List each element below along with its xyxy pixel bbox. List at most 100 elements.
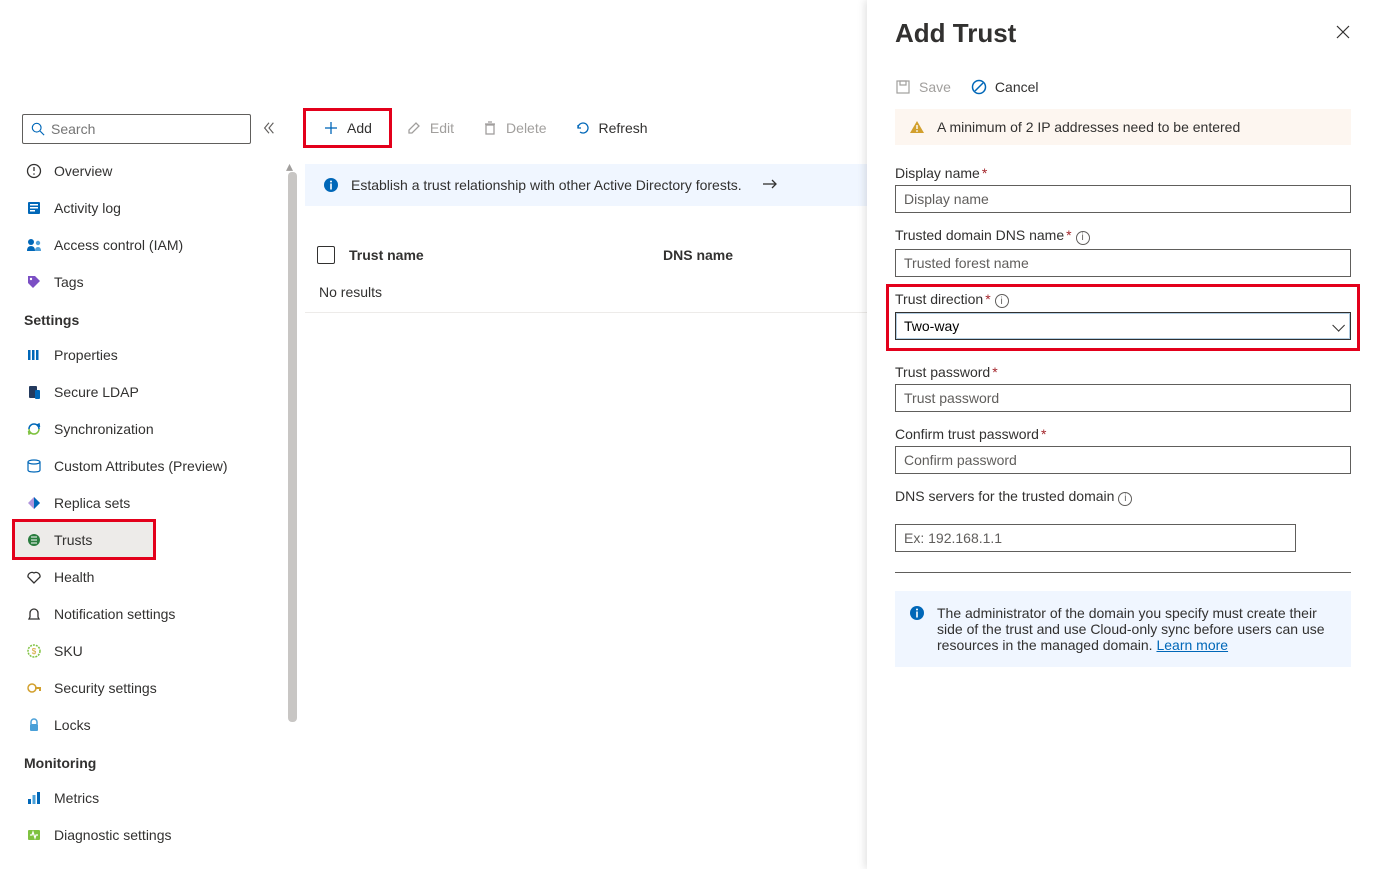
nav-label: Properties [54,347,118,363]
cancel-button[interactable]: Cancel [971,79,1039,95]
nav-group-monitoring: Monitoring [22,743,285,779]
iam-icon [26,237,44,253]
notification-icon [26,606,42,622]
nav-trusts[interactable]: Trusts [14,521,154,558]
confirm-password-input[interactable] [895,446,1351,474]
password-input[interactable] [895,384,1351,412]
warning-text: A minimum of 2 IP addresses need to be e… [937,119,1240,135]
svg-text:$: $ [32,647,37,656]
delete-icon [482,120,498,136]
servers-input[interactable] [895,524,1296,552]
nav-activity-log[interactable]: Activity log [22,189,285,226]
sidebar: ▴ Overview Activity log Access control (… [0,0,285,869]
nav-diagnostic-settings[interactable]: Diagnostic settings [22,816,285,853]
nav-label: Security settings [54,680,157,696]
info-box: The administrator of the domain you spec… [895,591,1351,667]
refresh-icon [575,120,591,136]
add-button[interactable]: Add [305,110,390,146]
search-input[interactable] [51,121,242,137]
banner-text: Establish a trust relationship with othe… [351,177,742,193]
nav-group-settings: Settings [22,300,285,336]
collapse-sidebar-icon[interactable] [259,121,279,138]
attrs-icon [26,458,42,474]
display-name-input[interactable] [895,185,1351,213]
learn-more-link[interactable]: Learn more [1156,637,1228,653]
arrow-right-icon[interactable] [762,177,778,193]
warning-banner: A minimum of 2 IP addresses need to be e… [895,109,1351,145]
delete-button: Delete [470,110,558,146]
dns-name-label: Trusted domain DNS name*i [895,227,1351,245]
search-icon [31,122,45,136]
nav-tags[interactable]: Tags [22,263,285,300]
nav-label: Synchronization [54,421,154,437]
direction-label: Trust direction*i [895,291,1351,309]
save-icon [895,79,911,95]
nav-locks[interactable]: Locks [22,706,285,743]
nav-label: SKU [54,643,83,659]
ldap-icon [26,384,42,400]
refresh-label: Refresh [599,120,648,136]
nav-label: Metrics [54,790,99,806]
nav-label: Replica sets [54,495,130,511]
nav-overview[interactable]: Overview [22,152,285,189]
info-icon[interactable]: i [1118,492,1132,506]
info-icon [323,177,339,193]
nav-label: Locks [54,717,91,733]
nav-security-settings[interactable]: Security settings [22,669,285,706]
warning-icon [909,119,925,135]
nav-properties[interactable]: Properties [22,336,285,373]
nav-secure-ldap[interactable]: Secure LDAP [22,373,285,410]
password-label: Trust password* [895,364,1351,380]
col-dns-name[interactable]: DNS name [663,247,733,263]
trust-direction-section: Trust direction*i Two-way [887,285,1359,351]
sync-icon [26,421,42,437]
edit-icon [406,120,422,136]
nav-label: Notification settings [54,606,175,622]
display-name-label: Display name* [895,165,1351,181]
info-icon[interactable]: i [1076,231,1090,245]
activity-icon [26,200,42,216]
nav-label: Activity log [54,200,121,216]
cancel-label: Cancel [995,79,1039,95]
nav-synchronization[interactable]: Synchronization [22,410,285,447]
close-button[interactable] [1335,24,1351,43]
nav-metrics[interactable]: Metrics [22,779,285,816]
plus-icon [323,120,339,136]
save-label: Save [919,79,951,95]
search-box[interactable] [22,114,251,144]
info-text: The administrator of the domain you spec… [937,605,1325,653]
servers-label: DNS servers for the trusted domaini [895,488,1351,506]
tags-icon [26,274,42,290]
col-trust-name[interactable]: Trust name [349,247,649,263]
add-trust-panel: Add Trust Save Cancel A minimum of 2 IP … [867,0,1379,869]
direction-select[interactable]: Two-way [895,312,1351,340]
nav-custom-attributes[interactable]: Custom Attributes (Preview) [22,447,285,484]
close-icon [1335,24,1351,40]
nav-notification-settings[interactable]: Notification settings [22,595,285,632]
replica-icon [26,495,42,511]
nav-replica-sets[interactable]: Replica sets [22,484,285,521]
refresh-button[interactable]: Refresh [563,110,660,146]
security-icon [26,680,42,696]
delete-label: Delete [506,120,546,136]
sku-icon: $ [26,643,42,659]
edit-label: Edit [430,120,454,136]
nav-access-control[interactable]: Access control (IAM) [22,226,285,263]
properties-icon [26,347,42,363]
metrics-icon [26,790,42,806]
save-button: Save [895,79,951,95]
dns-name-input[interactable] [895,249,1351,277]
trusts-icon [26,532,42,548]
select-all-checkbox[interactable] [317,246,335,264]
add-label: Add [347,120,372,136]
nav-label: Health [54,569,94,585]
info-icon[interactable]: i [995,294,1009,308]
cancel-icon [971,79,987,95]
nav-label: Access control (IAM) [54,237,183,253]
nav-sku[interactable]: $ SKU [22,632,285,669]
overview-icon [26,163,42,179]
nav-label: Secure LDAP [54,384,139,400]
nav-label: Tags [54,274,84,290]
nav-health[interactable]: Health [22,558,285,595]
info-icon [909,605,925,621]
